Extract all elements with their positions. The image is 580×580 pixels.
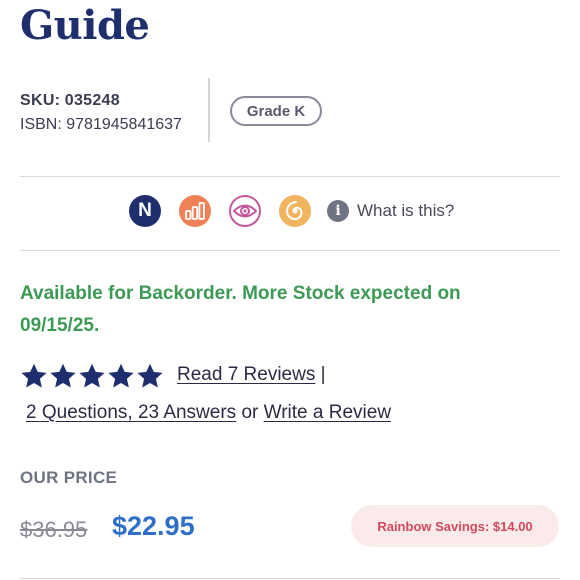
star-icon <box>108 363 134 388</box>
divider-bottom <box>20 578 560 579</box>
isbn-line: ISBN: 9781945841637 <box>20 113 182 137</box>
bar-chart-icon[interactable] <box>179 195 211 227</box>
or-text: or <box>241 402 259 423</box>
sku-label: SKU: <box>20 92 61 109</box>
write-review-link[interactable]: Write a Review <box>264 402 391 423</box>
savings-badge: Rainbow Savings: $14.00 <box>351 505 559 547</box>
star-icon <box>137 363 163 388</box>
isbn-value: 9781945841637 <box>66 116 182 133</box>
product-title: Guide <box>20 2 150 49</box>
reviews-line-2: 2 Questions, 23 Answers or Write a Revie… <box>26 402 391 424</box>
n-badge-icon[interactable]: N <box>129 195 161 227</box>
our-price-label: OUR PRICE <box>20 468 118 487</box>
current-price: $22.95 <box>112 511 195 541</box>
what-is-this-text: What is this? <box>357 201 455 220</box>
star-rating <box>20 362 165 390</box>
star-icon <box>50 363 76 388</box>
reviews-separator: | <box>320 364 326 385</box>
star-icon <box>21 363 47 388</box>
what-is-this-link[interactable]: i What is this? <box>327 200 454 222</box>
eye-icon[interactable] <box>229 195 261 227</box>
questions-answers-link[interactable]: 2 Questions, 23 Answers <box>26 402 236 423</box>
star-icon <box>79 363 105 388</box>
divider-top <box>20 176 560 177</box>
sku-line: SKU: 035248 <box>20 89 182 113</box>
original-price: $36.95 <box>20 517 88 542</box>
reviews-line-1: Read 7 Reviews | <box>177 364 326 386</box>
grade-badge: Grade K <box>230 96 322 126</box>
spiral-icon[interactable] <box>279 195 311 227</box>
read-reviews-link[interactable]: Read 7 Reviews <box>177 364 315 385</box>
product-identifiers: SKU: 035248 ISBN: 9781945841637 <box>20 89 182 137</box>
sku-value: 035248 <box>64 92 120 109</box>
info-icon: i <box>327 200 349 222</box>
isbn-label: ISBN: <box>20 116 62 133</box>
availability-status: Available for Backorder. More Stock expe… <box>20 283 461 336</box>
feature-badges-row: N i What is this? <box>129 195 454 227</box>
divider-middle <box>20 250 560 251</box>
vertical-divider <box>208 78 210 142</box>
